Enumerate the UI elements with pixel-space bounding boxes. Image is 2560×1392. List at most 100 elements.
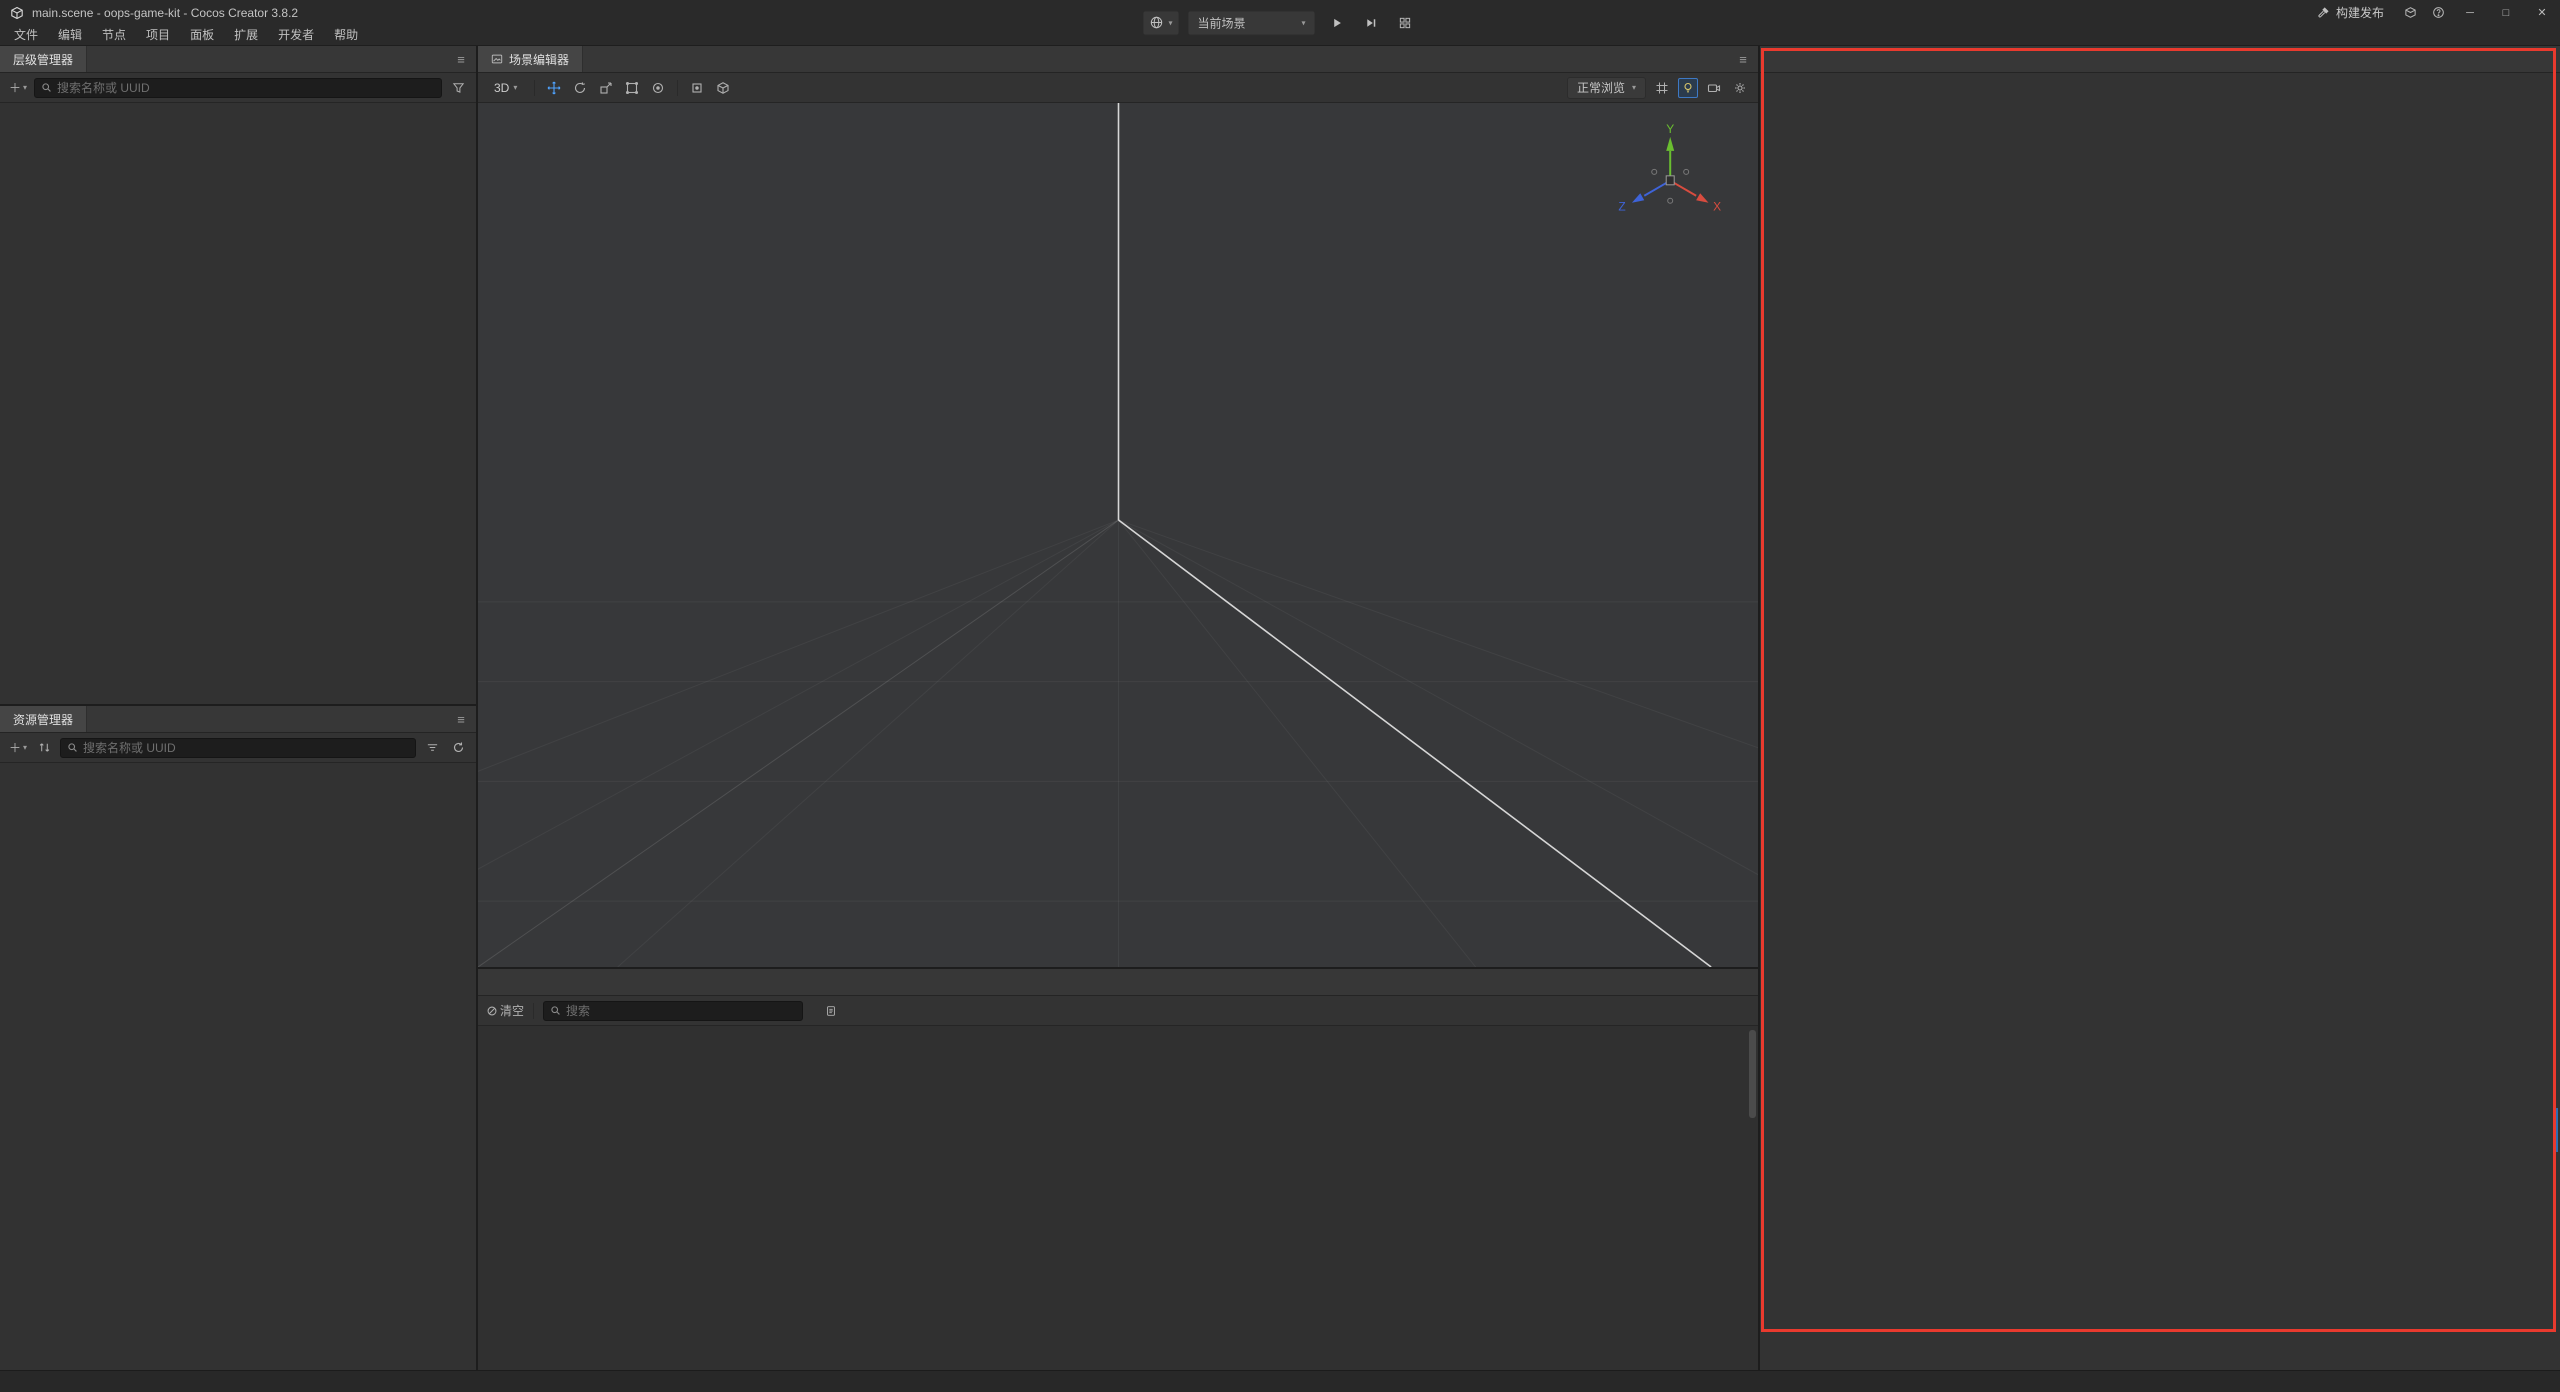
gizmo-y-label: Y bbox=[1666, 122, 1674, 136]
center-column: 场景编辑器 ≡ 3D ▾ bbox=[478, 46, 1760, 1370]
hammer-icon bbox=[2317, 6, 2330, 19]
console-toolbar: 清空 bbox=[478, 996, 1758, 1026]
move-tool-icon[interactable] bbox=[544, 78, 564, 98]
chevron-down-icon: ▾ bbox=[513, 83, 517, 92]
add-asset-button[interactable]: ＋▾ bbox=[8, 738, 28, 758]
axis-gizmo: Y X Z bbox=[1618, 122, 1721, 214]
hierarchy-search-field[interactable] bbox=[57, 81, 435, 95]
hierarchy-tab-label: 层级管理器 bbox=[13, 51, 73, 68]
window-title: main.scene - oops-game-kit - Cocos Creat… bbox=[32, 6, 298, 20]
build-publish-label: 构建发布 bbox=[2336, 4, 2384, 21]
menu-item-3[interactable]: 项目 bbox=[136, 25, 180, 45]
transform-gizmo-icon[interactable] bbox=[648, 78, 668, 98]
main-area: 层级管理器 ≡ ＋▾ 资源管理器 bbox=[0, 46, 2560, 1370]
tab-assets[interactable]: 资源管理器 bbox=[0, 706, 87, 732]
playback-toolbar: ▾ 当前场景 ▾ bbox=[1142, 10, 1417, 35]
chevron-down-icon: ▾ bbox=[23, 83, 27, 92]
chevron-down-icon: ▾ bbox=[1632, 83, 1636, 92]
console-search-field[interactable] bbox=[566, 1004, 796, 1018]
filter-icon[interactable] bbox=[448, 78, 468, 98]
step-button[interactable] bbox=[1358, 10, 1384, 35]
menu-item-0[interactable]: 文件 bbox=[4, 25, 48, 45]
browser-preview-icon bbox=[1149, 16, 1163, 30]
menu-item-7[interactable]: 帮助 bbox=[324, 25, 368, 45]
close-button[interactable]: ✕ bbox=[2524, 0, 2560, 25]
scale-tool-icon[interactable] bbox=[596, 78, 616, 98]
inspector-scrollbar-thumb[interactable] bbox=[2554, 1108, 2558, 1152]
minimize-button[interactable]: ─ bbox=[2452, 0, 2488, 25]
scene-editor-panel: 场景编辑器 ≡ 3D ▾ bbox=[478, 46, 1758, 969]
view-mode-label: 正常浏览 bbox=[1577, 79, 1625, 96]
clear-console-button[interactable]: 清空 bbox=[486, 1001, 524, 1021]
search-icon bbox=[67, 742, 78, 753]
inspector-tabbar bbox=[1760, 46, 2560, 73]
mode-3d-label: 3D bbox=[494, 81, 509, 95]
cocos-creator-window: main.scene - oops-game-kit - Cocos Creat… bbox=[0, 0, 2560, 1392]
sort-icon[interactable] bbox=[34, 738, 54, 758]
assets-search-field[interactable] bbox=[83, 741, 409, 755]
hierarchy-panel: 层级管理器 ≡ ＋▾ bbox=[0, 46, 476, 706]
tab-scene-editor[interactable]: 场景编辑器 bbox=[478, 46, 583, 72]
chevron-down-icon: ▾ bbox=[1168, 18, 1172, 27]
pivot-toggle-icon[interactable] bbox=[687, 78, 707, 98]
left-column: 层级管理器 ≡ ＋▾ 资源管理器 bbox=[0, 46, 478, 1370]
search-icon bbox=[41, 82, 52, 93]
menu-item-1[interactable]: 编辑 bbox=[48, 25, 92, 45]
light-toggle-icon[interactable] bbox=[1678, 78, 1698, 98]
viewport-canvas: Y X Z bbox=[478, 103, 1758, 967]
chevron-down-icon: ▾ bbox=[23, 743, 27, 752]
inspector-panel bbox=[1760, 46, 2560, 1370]
rotate-tool-icon[interactable] bbox=[570, 78, 590, 98]
search-icon bbox=[550, 1005, 561, 1016]
statusbar bbox=[0, 1370, 2560, 1392]
menu-item-5[interactable]: 扩展 bbox=[224, 25, 268, 45]
scene-tab-label: 场景编辑器 bbox=[509, 51, 569, 68]
scene-settings-gear-icon[interactable] bbox=[1730, 78, 1750, 98]
space-toggle-icon[interactable] bbox=[713, 78, 733, 98]
maximize-button[interactable]: □ bbox=[2488, 0, 2524, 25]
hierarchy-search-input[interactable] bbox=[34, 78, 442, 98]
chevron-down-icon: ▾ bbox=[1301, 18, 1305, 27]
menu-item-4[interactable]: 面板 bbox=[180, 25, 224, 45]
scene-viewport[interactable]: Y X Z bbox=[478, 103, 1758, 967]
tab-hierarchy[interactable]: 层级管理器 bbox=[0, 46, 87, 72]
scene-icon bbox=[491, 53, 503, 65]
clear-icon bbox=[486, 1005, 498, 1017]
layout-grid-icon[interactable] bbox=[1392, 10, 1418, 35]
gizmo-z-label: Z bbox=[1618, 200, 1625, 214]
help-icon[interactable] bbox=[2424, 0, 2452, 25]
preview-target-button[interactable]: ▾ bbox=[1142, 10, 1179, 35]
menu-item-2[interactable]: 节点 bbox=[92, 25, 136, 45]
refresh-icon[interactable] bbox=[448, 738, 468, 758]
grid-toggle-icon[interactable] bbox=[1652, 78, 1672, 98]
assets-tab-label: 资源管理器 bbox=[13, 711, 73, 728]
console-panel: 清空 bbox=[478, 969, 1758, 1370]
console-scrollbar[interactable] bbox=[1749, 1030, 1756, 1118]
console-search-input[interactable] bbox=[543, 1001, 803, 1021]
view-mode-select[interactable]: 正常浏览 ▾ bbox=[1567, 77, 1646, 99]
menu-item-6[interactable]: 开发者 bbox=[268, 25, 324, 45]
scene-toolbar: 3D ▾ 正常浏览 ▾ bbox=[478, 73, 1758, 103]
assets-tree bbox=[0, 763, 476, 1370]
export-log-icon[interactable] bbox=[821, 1001, 841, 1021]
rect-tool-icon[interactable] bbox=[622, 78, 642, 98]
current-scene-label: 当前场景 bbox=[1198, 14, 1246, 31]
panel-menu-icon[interactable]: ≡ bbox=[1728, 46, 1758, 72]
framework-config-content bbox=[1760, 73, 2560, 1370]
titlebar: main.scene - oops-game-kit - Cocos Creat… bbox=[0, 0, 2560, 46]
panel-menu-icon[interactable]: ≡ bbox=[446, 46, 476, 72]
console-log-list bbox=[478, 1026, 1758, 1370]
build-publish-button[interactable]: 构建发布 bbox=[2305, 0, 2396, 25]
camera-icon[interactable] bbox=[1704, 78, 1724, 98]
mode-3d-button[interactable]: 3D ▾ bbox=[486, 81, 525, 95]
gizmo-x-label: X bbox=[1713, 200, 1721, 214]
clear-console-label: 清空 bbox=[500, 1002, 524, 1019]
add-node-button[interactable]: ＋▾ bbox=[8, 78, 28, 98]
current-scene-select[interactable]: 当前场景 ▾ bbox=[1188, 10, 1316, 35]
package-icon[interactable] bbox=[2396, 0, 2424, 25]
panel-menu-icon[interactable]: ≡ bbox=[446, 706, 476, 732]
filter-icon[interactable] bbox=[422, 738, 442, 758]
console-tabbar bbox=[478, 969, 1758, 996]
play-button[interactable] bbox=[1324, 10, 1350, 35]
assets-search-input[interactable] bbox=[60, 738, 416, 758]
